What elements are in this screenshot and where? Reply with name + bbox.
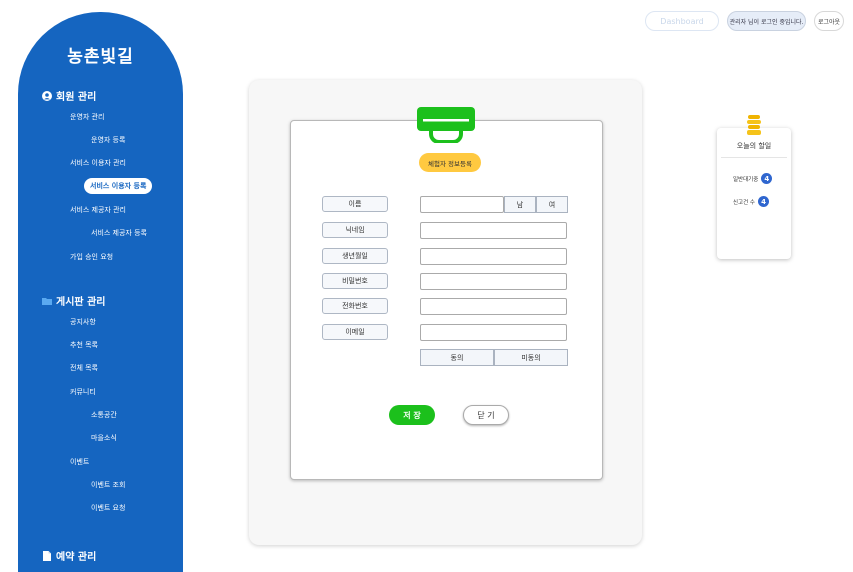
today-task-pending[interactable]: 일반대기중 4 [733, 173, 773, 184]
sidebar-item-provider-registration[interactable]: 서비스 제공자 등록 [91, 228, 147, 238]
section-reservation-management[interactable]: 예약 관리 [42, 548, 96, 563]
gender-female-button[interactable]: 여 [536, 196, 568, 213]
section-member-management[interactable]: 회원 관리 [42, 88, 96, 103]
birthdate-input[interactable] [420, 248, 567, 265]
dashboard-button[interactable]: Dashboard [645, 11, 719, 31]
label-nickname: 닉네임 [322, 222, 388, 238]
pending-label: 일반대기중 [733, 176, 759, 183]
sidebar-item-notice[interactable]: 공지사항 [70, 317, 96, 327]
divider [721, 157, 787, 158]
agree-button[interactable]: 동의 [420, 349, 494, 366]
sidebar-item-provider-management[interactable]: 서비스 제공자 관리 [70, 205, 126, 215]
sidebar-item-recommended[interactable]: 추천 목록 [70, 340, 98, 350]
app-logo[interactable]: 농촌빛길 [18, 42, 183, 67]
name-input[interactable] [420, 196, 504, 213]
sidebar-item-service-user-management[interactable]: 서비스 이용자 관리 [70, 158, 126, 168]
sidebar-item-event-view[interactable]: 이벤트 조회 [91, 480, 125, 490]
today-tasks-panel: 오늘의 할일 일반대기중 4 신고건 수 4 [717, 128, 791, 259]
sidebar-item-village-news[interactable]: 마을소식 [91, 433, 117, 443]
section-board-label: 게시판 관리 [56, 297, 106, 308]
nickname-input[interactable] [420, 222, 567, 239]
logout-button[interactable]: 로그아웃 [814, 11, 844, 31]
form-title: 체험자 정보등록 [419, 153, 481, 172]
disagree-button[interactable]: 미동의 [494, 349, 568, 366]
sidebar: 농촌빛길 회원 관리 운영자 관리 운영자 등록 서비스 이용자 관리 서비스 … [18, 12, 183, 572]
reports-label: 신고건 수 [733, 199, 755, 206]
sidebar-item-operator-management[interactable]: 운영자 관리 [70, 112, 104, 122]
section-member-label: 회원 관리 [56, 92, 97, 103]
close-button[interactable]: 닫 기 [463, 405, 509, 425]
document-icon [43, 550, 51, 561]
today-tasks-title: 오늘의 할일 [736, 142, 772, 150]
sidebar-item-signup-approval[interactable]: 가입 승인 요청 [70, 252, 113, 262]
save-button[interactable]: 저 장 [389, 405, 435, 425]
section-board-management[interactable]: 게시판 관리 [42, 293, 105, 308]
phone-input[interactable] [420, 298, 567, 315]
sidebar-item-event[interactable]: 이벤트 [70, 457, 89, 467]
label-name: 이름 [322, 196, 388, 212]
label-birthdate: 생년월일 [322, 248, 388, 264]
folder-icon [42, 297, 52, 305]
user-icon [42, 90, 52, 101]
gender-male-button[interactable]: 남 [504, 196, 536, 213]
clipboard-clip-icon [417, 107, 475, 143]
sidebar-item-all-list[interactable]: 전체 목록 [70, 363, 98, 373]
sidebar-item-communication[interactable]: 소통공간 [91, 410, 117, 420]
label-email: 이메일 [322, 324, 388, 340]
sidebar-item-service-user-registration[interactable]: 서비스 이용자 등록 [84, 178, 153, 194]
label-password: 비밀번호 [322, 273, 388, 289]
sidebar-item-operator-registration[interactable]: 운영자 등록 [91, 135, 125, 145]
today-task-reports[interactable]: 신고건 수 4 [733, 196, 769, 207]
coin-stack-icon [747, 115, 761, 135]
sidebar-item-community[interactable]: 커뮤니티 [70, 387, 96, 397]
label-phone: 전화번호 [322, 298, 388, 314]
welcome-message: 관리자 님이 로그인 중입니다. [727, 11, 806, 31]
password-input[interactable] [420, 273, 567, 290]
email-input[interactable] [420, 324, 567, 341]
sidebar-item-event-request[interactable]: 이벤트 요청 [91, 503, 125, 513]
reports-count-badge: 4 [758, 196, 769, 207]
section-reservation-label: 예약 관리 [56, 552, 97, 563]
pending-count-badge: 4 [761, 173, 773, 184]
